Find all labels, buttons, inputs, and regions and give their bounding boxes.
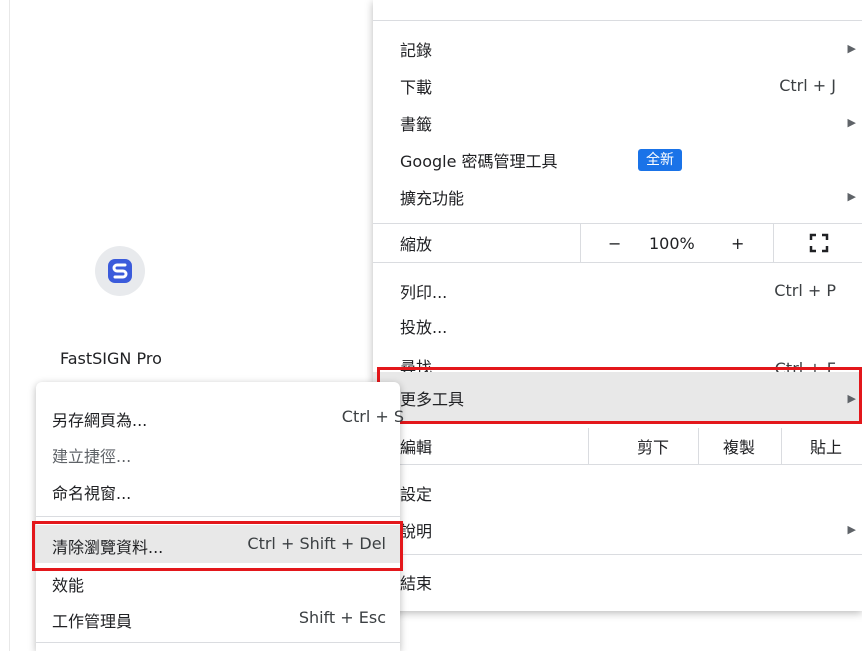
chevron-right-icon: ▶ [847,42,856,55]
submenu-item-label: 另存網頁為... [52,411,148,430]
submenu-item-create-shortcut[interactable]: 建立捷徑... [36,434,400,472]
menu-item-label: 設定 [400,484,433,504]
menu-item-downloads[interactable]: 下載 Ctrl + J [373,67,862,104]
clear-data-highlight-box [32,521,403,571]
menu-divider [373,20,862,21]
menu-item-settings[interactable]: 設定 [373,474,862,511]
edit-divider [588,428,589,464]
fullscreen-icon[interactable] [809,233,829,253]
menu-item-label: 書籤 [400,114,433,134]
submenu-item-label: 命名視窗... [52,484,132,503]
menu-item-cast[interactable]: 投放... [373,307,862,344]
zoom-label: 縮放 [400,235,433,254]
menu-item-label: 投放... [400,317,448,337]
menu-item-shortcut: Ctrl + P [774,281,836,300]
menu-row-edit: 編輯 剪下 複製 貼上 [373,428,862,464]
zoom-level: 100% [649,233,695,253]
menu-divider [373,554,862,555]
submenu-item-save-page[interactable]: 另存網頁為... Ctrl + S [36,398,404,436]
submenu-item-label: 建立捷徑... [52,447,132,466]
copy-button[interactable]: 複製 [723,434,755,458]
menu-item-help[interactable]: 說明 ▶ [373,511,862,548]
chrome-main-menu: 記錄 ▶ 下載 Ctrl + J 書籤 ▶ Google 密碼管理工具 全新 擴… [373,0,862,611]
menu-item-bookmarks[interactable]: 書籤 ▶ [373,104,862,141]
submenu-item-shortcut: Ctrl + S [341,407,404,426]
menu-item-extensions[interactable]: 擴充功能 ▶ [373,178,862,215]
menu-item-label: 列印... [400,282,448,302]
paste-button[interactable]: 貼上 [810,434,842,458]
menu-item-print[interactable]: 列印... Ctrl + P [373,272,862,309]
more-tools-highlight-box [377,367,862,424]
menu-item-label: Google 密碼管理工具 [400,151,558,171]
menu-item-history[interactable]: 記錄 ▶ [373,30,862,67]
more-tools-submenu: 另存網頁為... Ctrl + S 建立捷徑... 命名視窗... 清除瀏覽資料… [36,382,404,651]
zoom-divider [580,224,581,262]
menu-item-password-manager[interactable]: Google 密碼管理工具 [373,141,862,178]
submenu-item-label: 效能 [52,576,85,595]
menu-row-zoom: 縮放 − 100% + [373,224,862,262]
chevron-right-icon: ▶ [847,116,856,129]
menu-divider [373,262,862,263]
new-badge: 全新 [638,149,682,171]
menu-item-shortcut: Ctrl + J [779,76,836,95]
submenu-item-task-manager[interactable]: 工作管理員 Shift + Esc [36,599,400,637]
menu-item-label: 結束 [400,573,433,593]
menu-item-label: 說明 [400,521,433,541]
menu-item-label: 記錄 [400,40,433,60]
menu-item-exit[interactable]: 結束 [373,563,862,600]
submenu-divider [36,516,400,517]
menu-divider [373,464,862,465]
submenu-item-name-window[interactable]: 命名視窗... [36,471,400,509]
submenu-divider [36,642,400,643]
page-left-border [9,0,10,651]
zoom-out-button[interactable]: − [608,234,621,253]
fastsign-logo-icon [95,246,145,296]
app-shortcut-tile[interactable] [60,246,180,296]
edit-label: 編輯 [400,438,433,457]
zoom-in-button[interactable]: + [731,234,744,253]
chevron-right-icon: ▶ [847,523,856,536]
submenu-item-shortcut: Shift + Esc [298,608,386,627]
cut-button[interactable]: 剪下 [637,434,669,458]
edit-divider [698,428,699,464]
zoom-divider [773,224,774,262]
submenu-item-label: 工作管理員 [52,612,133,631]
chevron-right-icon: ▶ [847,190,856,203]
app-name-label: FastSIGN Pro [60,349,162,368]
menu-item-label: 擴充功能 [400,188,465,208]
menu-item-label: 下載 [400,77,433,97]
edit-divider [781,428,782,464]
